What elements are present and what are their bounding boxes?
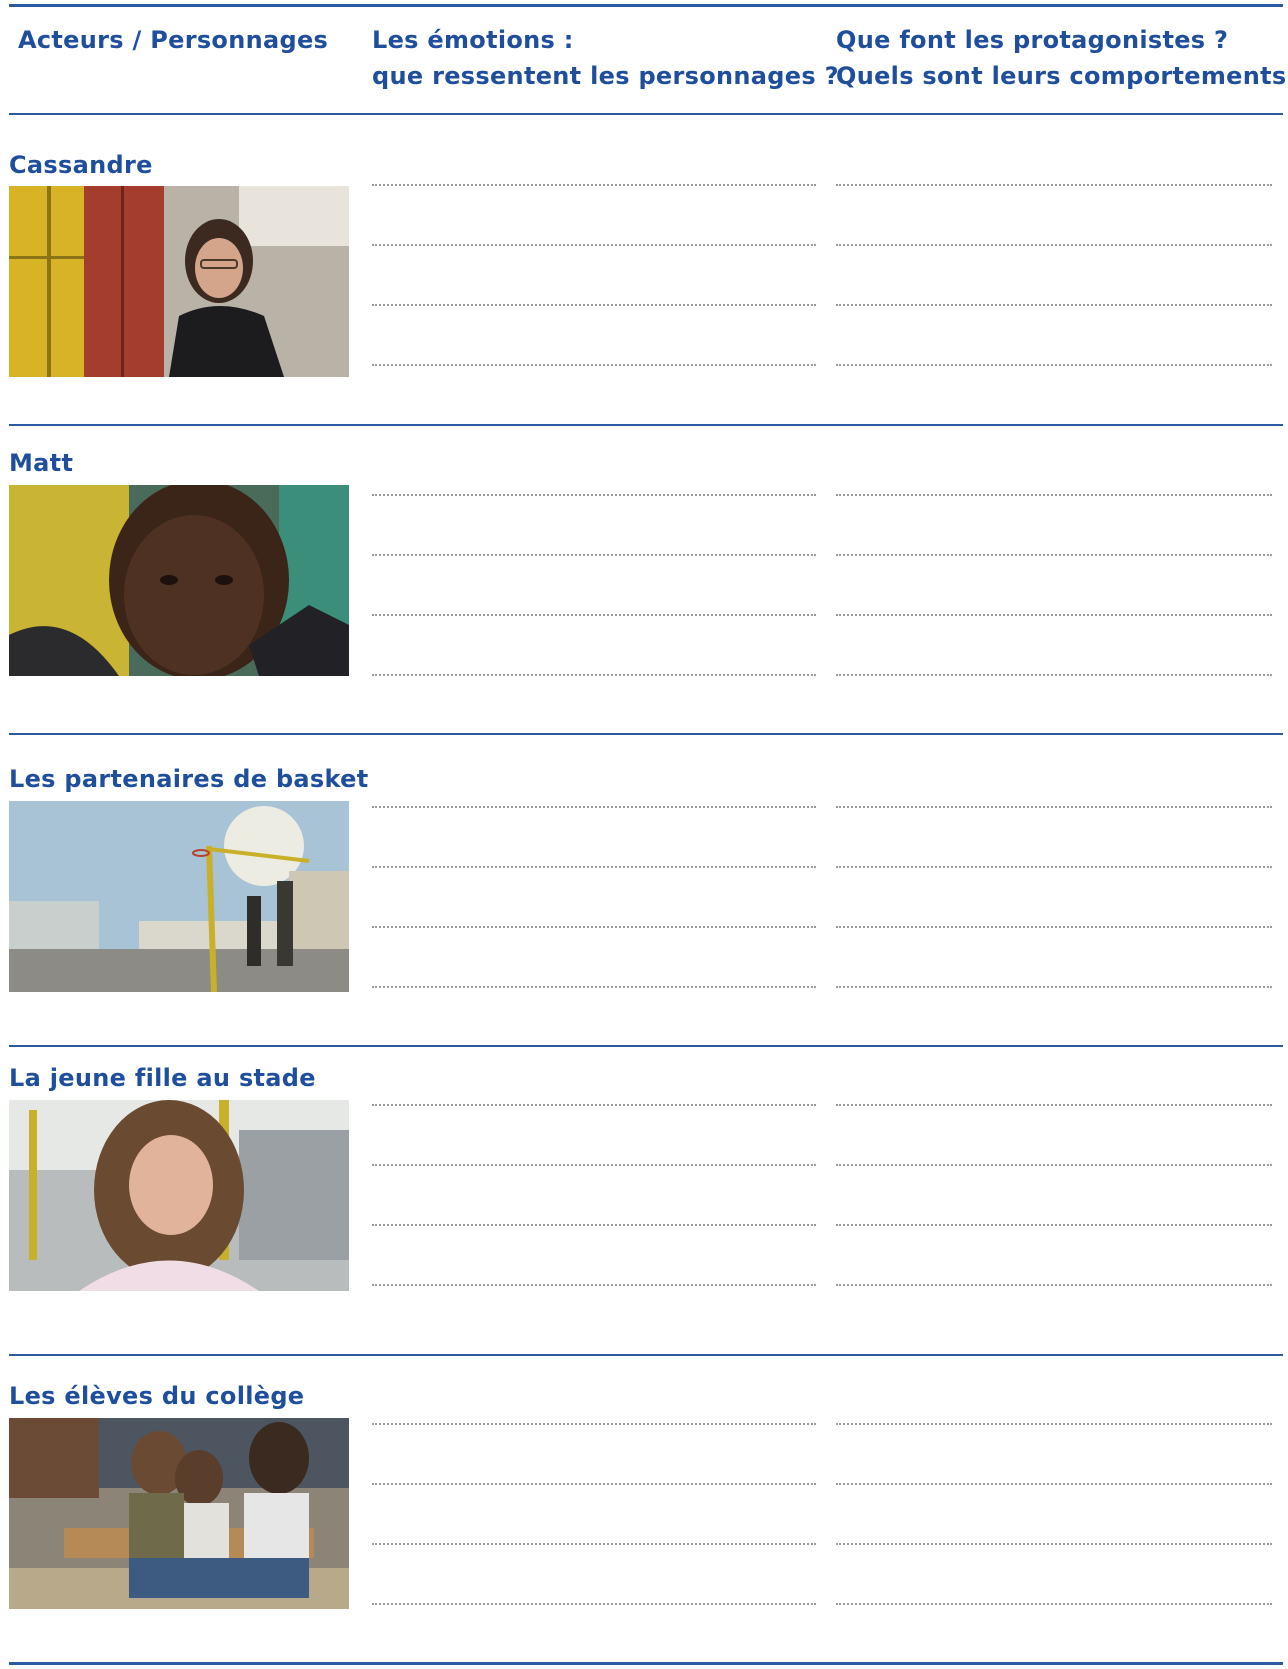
answer-line[interactable] xyxy=(372,614,816,616)
bottom-rule xyxy=(9,1662,1283,1665)
answer-line[interactable] xyxy=(836,806,1272,808)
answer-line[interactable] xyxy=(372,1164,816,1166)
answer-line[interactable] xyxy=(836,1164,1272,1166)
answer-line[interactable] xyxy=(372,674,816,676)
answer-line[interactable] xyxy=(836,494,1272,496)
header-divider xyxy=(9,113,1283,115)
answer-line[interactable] xyxy=(372,1104,816,1106)
answer-line[interactable] xyxy=(836,244,1272,246)
photo-cassandre xyxy=(9,186,349,377)
answer-line[interactable] xyxy=(372,806,816,808)
photo-jeune-fille xyxy=(9,1100,349,1291)
answer-line[interactable] xyxy=(836,364,1272,366)
answer-line[interactable] xyxy=(372,554,816,556)
answer-line[interactable] xyxy=(836,1543,1272,1545)
answer-line[interactable] xyxy=(372,184,816,186)
row-divider xyxy=(9,1045,1283,1047)
row-name: La jeune fille au stade xyxy=(9,1064,316,1092)
answer-line[interactable] xyxy=(836,184,1272,186)
row-name: Cassandre xyxy=(9,151,153,179)
answer-line[interactable] xyxy=(372,1603,816,1605)
answer-line[interactable] xyxy=(836,1104,1272,1106)
answer-line[interactable] xyxy=(836,1224,1272,1226)
row-name: Les élèves du collège xyxy=(9,1382,305,1410)
photo-eleves xyxy=(9,1418,349,1609)
header-emotions-line2: que ressentent les personnages ? xyxy=(372,62,839,90)
answer-line[interactable] xyxy=(836,614,1272,616)
answer-line[interactable] xyxy=(372,866,816,868)
header-emotions-line1: Les émotions : xyxy=(372,26,574,54)
answer-line[interactable] xyxy=(372,1423,816,1425)
answer-line[interactable] xyxy=(372,244,816,246)
answer-line[interactable] xyxy=(836,1483,1272,1485)
answer-line[interactable] xyxy=(372,1543,816,1545)
row-divider xyxy=(9,733,1283,735)
row-name: Matt xyxy=(9,449,74,477)
answer-line[interactable] xyxy=(372,1483,816,1485)
answer-line[interactable] xyxy=(372,364,816,366)
row-divider xyxy=(9,1354,1283,1356)
photo-basket xyxy=(9,801,349,992)
answer-line[interactable] xyxy=(372,926,816,928)
row-divider xyxy=(9,424,1283,426)
answer-line[interactable] xyxy=(836,986,1272,988)
answer-line[interactable] xyxy=(372,494,816,496)
answer-line[interactable] xyxy=(836,926,1272,928)
header-actors: Acteurs / Personnages xyxy=(18,26,329,54)
top-rule xyxy=(9,4,1283,7)
header-behaviour-line1: Que font les protagonistes ? xyxy=(836,26,1229,54)
answer-line[interactable] xyxy=(836,866,1272,868)
photo-matt xyxy=(9,485,349,676)
answer-line[interactable] xyxy=(372,1284,816,1286)
answer-line[interactable] xyxy=(372,1224,816,1226)
header-behaviour-line2: Quels sont leurs comportements ? xyxy=(836,62,1288,90)
answer-line[interactable] xyxy=(372,304,816,306)
answer-line[interactable] xyxy=(836,554,1272,556)
answer-line[interactable] xyxy=(836,674,1272,676)
answer-line[interactable] xyxy=(372,986,816,988)
answer-line[interactable] xyxy=(836,304,1272,306)
answer-line[interactable] xyxy=(836,1284,1272,1286)
answer-line[interactable] xyxy=(836,1423,1272,1425)
row-name: Les partenaires de basket xyxy=(9,765,369,793)
answer-line[interactable] xyxy=(836,1603,1272,1605)
